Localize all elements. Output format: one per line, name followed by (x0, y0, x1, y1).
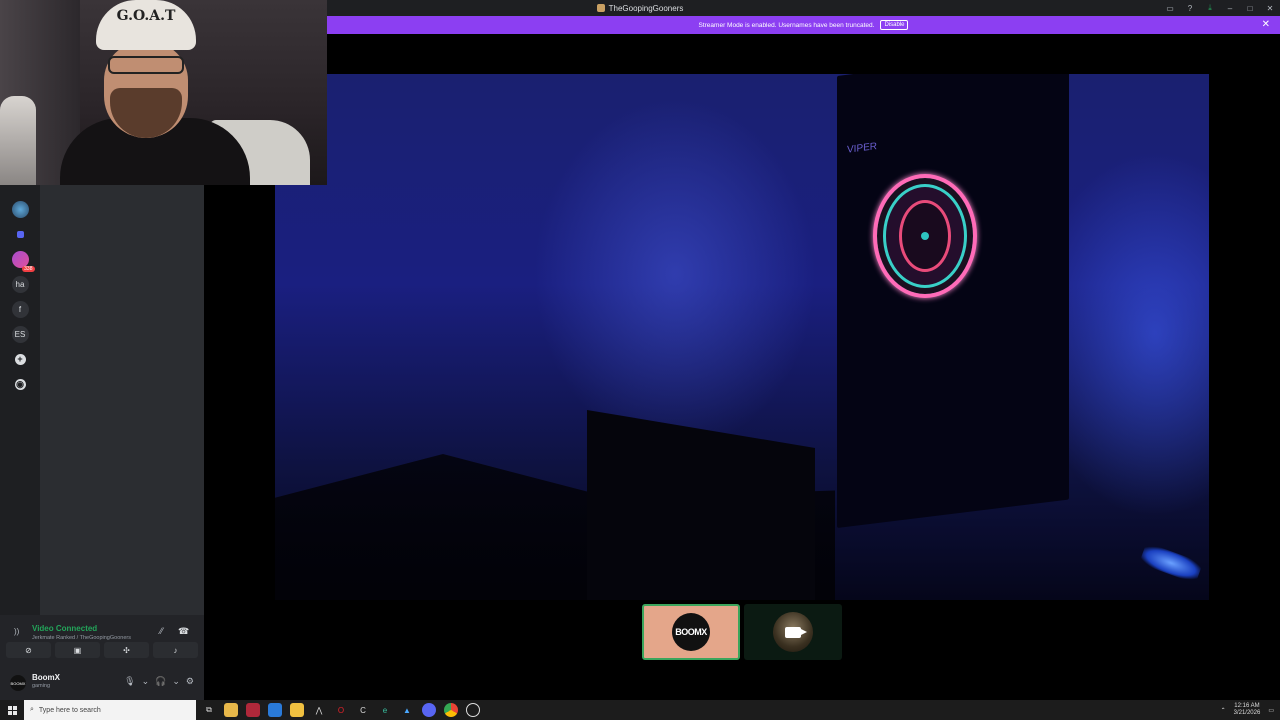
maximize-icon[interactable]: □ (1246, 4, 1254, 13)
gear-icon[interactable]: ⚙ (186, 676, 194, 687)
discover-icon[interactable]: ◉ (12, 376, 29, 393)
server-sidebar: 338 ha f ES + ◉ (0, 185, 40, 615)
headphones-icon[interactable]: 🎧 (155, 676, 166, 687)
avatar[interactable]: BOOMX (10, 675, 26, 691)
webcam-doll (0, 96, 36, 185)
user-panel: BOOMX BoomX gaming 🎙 ⌄ 🎧 ⌄ ⚙ (0, 671, 204, 700)
chevron-down-icon[interactable]: ⌄ (142, 676, 150, 687)
channel-list (40, 185, 204, 615)
server-label: ES (14, 330, 26, 339)
server-icon (596, 4, 605, 12)
server-label: f (18, 305, 22, 314)
banner-close-icon[interactable]: ✕ (1262, 19, 1270, 30)
screen-share-icon[interactable]: ▣ (55, 642, 100, 658)
taskbar: ⌕ Type here to search ⧉ ⋀ O C e ▲ ⌃ 12:1… (0, 700, 1280, 720)
notes-icon[interactable] (290, 703, 304, 717)
ccleaner-icon[interactable]: C (356, 703, 370, 717)
app-icon[interactable]: ▲ (400, 703, 414, 717)
chrome-icon[interactable] (444, 703, 458, 717)
server-avatar[interactable]: 338 (11, 251, 35, 272)
server-avatar[interactable] (11, 201, 29, 218)
notification-icon[interactable]: ▭ (1268, 707, 1274, 714)
add-server-icon[interactable]: + (12, 351, 29, 368)
taskbar-apps: ⧉ ⋀ O C e ▲ (202, 703, 480, 717)
microphone-icon[interactable]: 🎙 (124, 676, 135, 687)
system-tray: ⌃ 12:16 AM 3/21/2026 ▭ (1221, 700, 1274, 720)
board-brand: VIPER (847, 141, 878, 156)
disable-streamer-mode-button[interactable]: Disable (880, 20, 909, 30)
noise-suppression-icon[interactable]: ⁄⁄ (160, 626, 163, 636)
start-button[interactable] (0, 700, 24, 720)
app-icon[interactable] (268, 703, 282, 717)
disconnect-icon[interactable]: ☎ (178, 626, 189, 637)
chevron-up-icon[interactable]: ⌃ (1221, 707, 1226, 714)
server-item-es[interactable]: ES (11, 326, 29, 343)
participant-tile-boomx[interactable]: BOOMX (642, 604, 740, 660)
minimize-icon[interactable]: – (1226, 4, 1234, 13)
video-lamp (1139, 542, 1203, 584)
participant-tiles: BOOMX (642, 604, 842, 660)
boomx-avatar-text: BOOMX (675, 627, 707, 637)
voice-status[interactable]: Video Connected (32, 624, 97, 633)
video-desk (587, 410, 815, 600)
activities-icon[interactable]: ✣ (104, 642, 149, 658)
app-icon[interactable]: ⋀ (312, 703, 326, 717)
help-icon[interactable]: ? (1186, 4, 1194, 13)
inbox-icon[interactable]: ▭ (1166, 4, 1174, 13)
clock-time: 12:16 AM (1234, 702, 1260, 709)
file-explorer-icon[interactable] (224, 703, 238, 717)
avatar-text: BOOMX (10, 680, 26, 686)
webcam-glasses (108, 56, 184, 74)
user-status: gaming (32, 683, 51, 689)
signal-icon[interactable]: )) (14, 627, 19, 636)
search-icon: ⌕ (30, 706, 34, 713)
boomx-avatar: BOOMX (672, 613, 710, 651)
window-title-text: TheGoopingGooners (608, 3, 684, 13)
edge-icon[interactable]: e (378, 703, 392, 717)
dartboard-bull (921, 232, 929, 240)
search-placeholder: Type here to search (38, 706, 101, 714)
obs-icon[interactable] (466, 703, 480, 717)
participant-tile-camera[interactable] (744, 604, 842, 660)
webcam-cap: G.O.A.T (96, 0, 196, 50)
username[interactable]: BoomX (32, 673, 60, 682)
folder-icon[interactable] (12, 226, 29, 243)
window-title: TheGoopingGooners (596, 3, 684, 13)
user-controls: 🎙 ⌄ 🎧 ⌄ ⚙ (124, 676, 194, 687)
add-server-glyph: + (14, 354, 26, 365)
voice-channel[interactable]: Jerkmate Ranked / TheGoopingGooners (32, 635, 131, 641)
camera-off-icon[interactable]: ⊘ (6, 642, 51, 658)
clock-date: 3/21/2026 (1233, 710, 1261, 716)
task-view-icon[interactable]: ⧉ (202, 703, 216, 717)
server-item-ha[interactable]: ha (11, 276, 29, 293)
window-controls: ▭ ? ⤓ – □ ✕ (1166, 0, 1274, 16)
webcam-overlay: G.O.A.T (0, 0, 327, 185)
windows-icon (7, 705, 17, 715)
app-icon[interactable] (246, 703, 260, 717)
unread-badge: 338 (22, 266, 35, 272)
participant-avatar (773, 612, 813, 652)
taskbar-search[interactable]: ⌕ Type here to search (24, 700, 196, 720)
discord-icon[interactable] (422, 703, 436, 717)
soundboard-icon[interactable]: ♪ (153, 642, 198, 658)
opera-icon[interactable]: O (334, 703, 348, 717)
dartboard-cabinet: VIPER (837, 74, 1069, 529)
voice-actions: ⊘ ▣ ✣ ♪ (6, 642, 198, 658)
clock[interactable]: 12:16 AM 3/21/2026 (1234, 703, 1261, 717)
server-item-f[interactable]: f (11, 301, 29, 318)
video-camera-icon (785, 626, 807, 638)
discover-glyph: ◉ (14, 379, 26, 390)
server-label: ha (15, 280, 25, 289)
chevron-down-icon[interactable]: ⌄ (172, 676, 180, 687)
streamer-mode-message: Streamer Mode is enabled. Usernames have… (698, 21, 875, 29)
dartboard (873, 174, 977, 298)
streamer-mode-banner: Streamer Mode is enabled. Usernames have… (327, 16, 1280, 34)
close-icon[interactable]: ✕ (1266, 4, 1274, 13)
voice-panel: )) Video Connected Jerkmate Ranked / The… (0, 615, 204, 700)
main-video-feed[interactable]: VIPER (275, 74, 1209, 600)
download-icon[interactable]: ⤓ (1206, 3, 1214, 13)
